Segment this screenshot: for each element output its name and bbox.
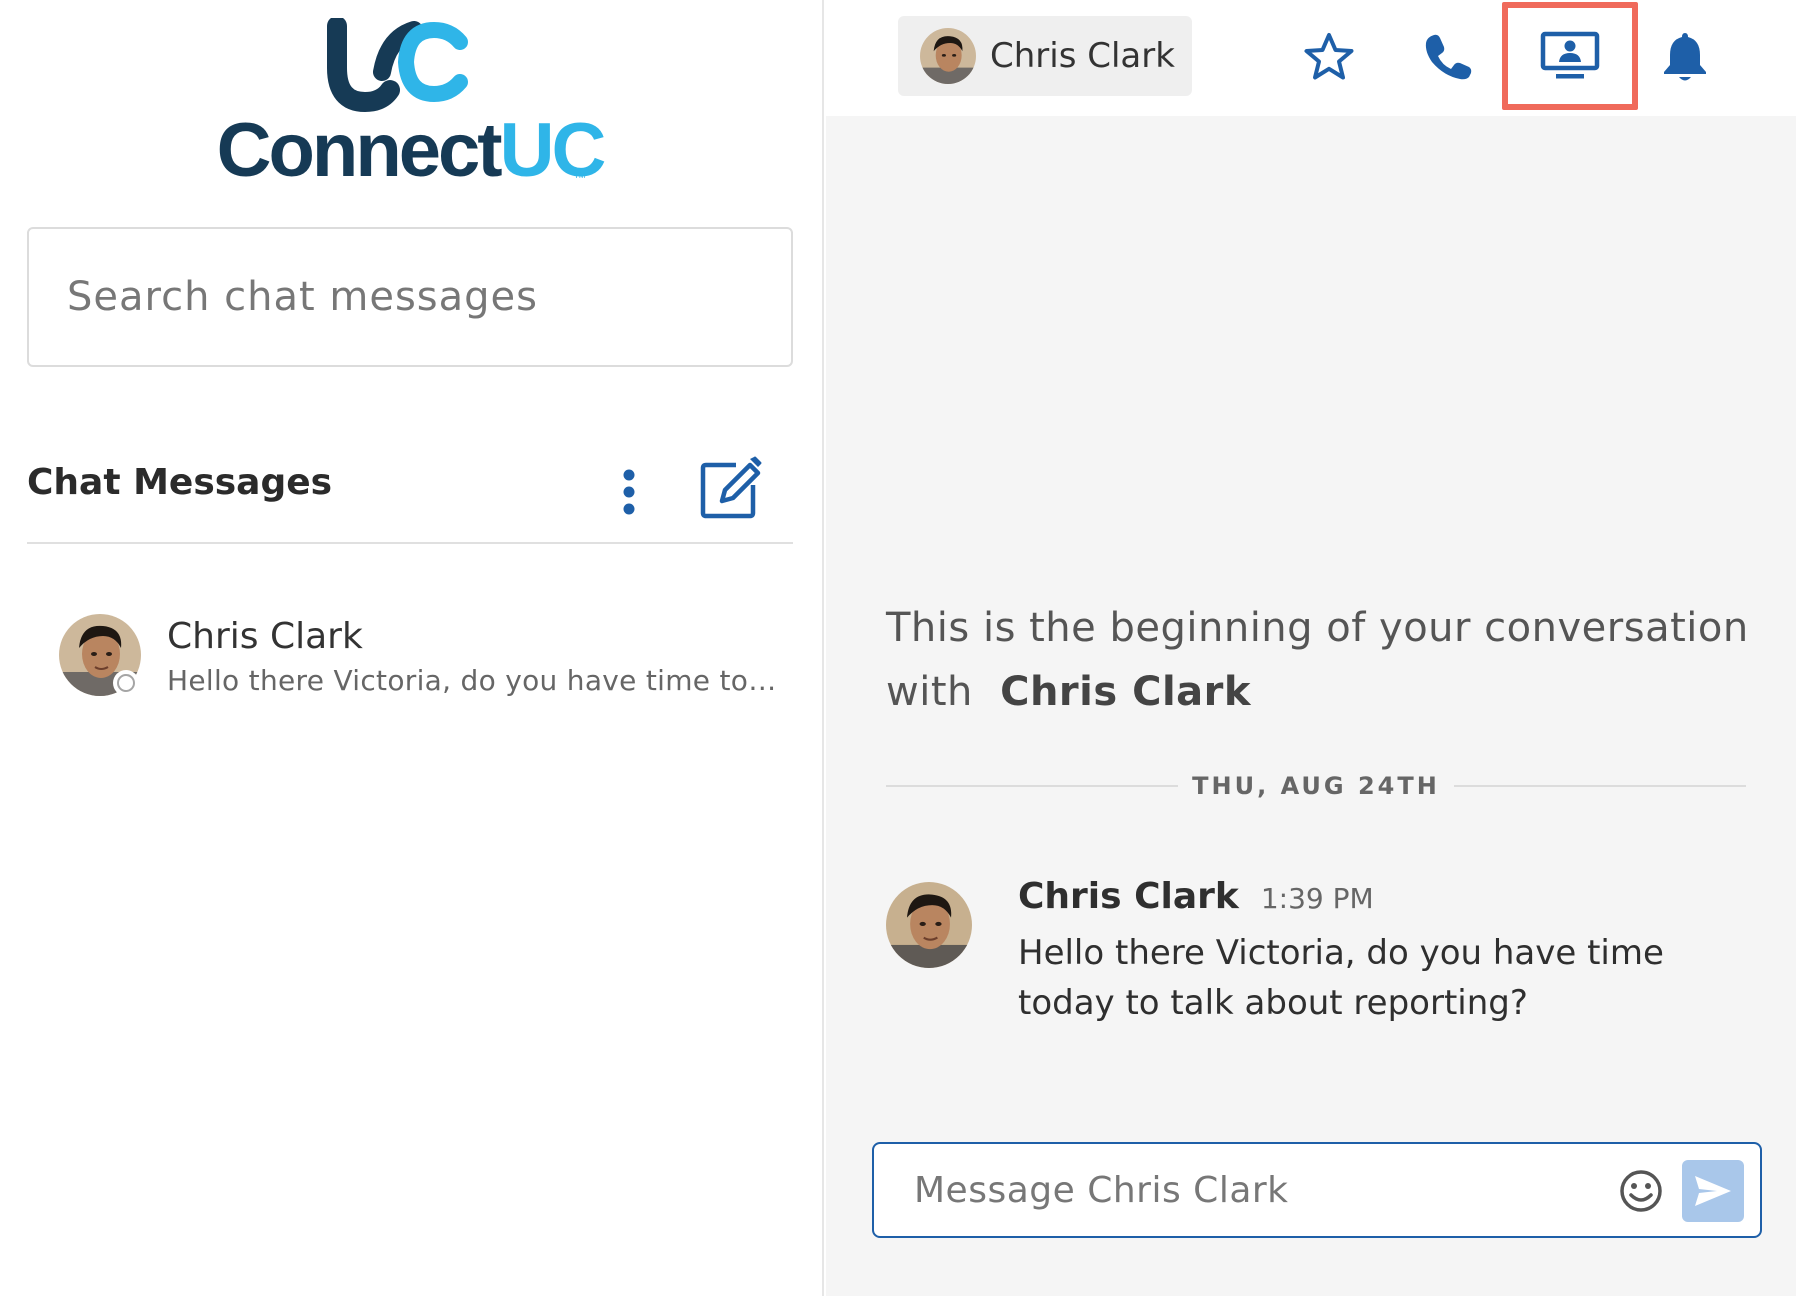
emoji-icon (1620, 1170, 1662, 1212)
section-title: Chat Messages (27, 462, 333, 503)
conversation-toolbar: Chris Clark (826, 0, 1796, 116)
send-button[interactable] (1682, 1160, 1744, 1222)
conversation-preview: Hello there Victoria, do you have time t… (167, 664, 792, 697)
star-icon (1304, 33, 1354, 80)
message-sender: Chris Clark (1018, 876, 1239, 917)
favorite-button[interactable] (1294, 22, 1364, 92)
app-window: ConnectUC TM Chat Messages (0, 0, 1796, 1296)
conversation-panel: Chris Clark This is the beginning of you… (826, 0, 1796, 1296)
call-button[interactable] (1414, 22, 1484, 92)
conversation-name: Chris Clark (167, 616, 363, 657)
message-composer[interactable] (872, 1142, 1762, 1238)
search-input[interactable] (67, 274, 791, 320)
message-time: 1:39 PM (1260, 882, 1374, 915)
sender-avatar (886, 882, 972, 968)
svg-text:ConnectUC: ConnectUC (217, 108, 605, 188)
bell-icon (1664, 33, 1706, 81)
screen-share-button[interactable] (1502, 2, 1638, 110)
message-input[interactable] (914, 1169, 1604, 1211)
sidebar: ConnectUC TM Chat Messages (0, 0, 824, 1296)
intro-contact-name: Chris Clark (1000, 669, 1251, 715)
more-options-button[interactable] (587, 452, 671, 532)
compose-button[interactable] (697, 450, 765, 524)
status-indicator (113, 670, 139, 696)
conversation-list-item[interactable]: Chris Clark Hello there Victoria, do you… (27, 600, 793, 710)
vertical-dots-icon (623, 469, 635, 515)
compose-icon (700, 456, 762, 519)
send-icon (1695, 1176, 1731, 1206)
connectuc-logo: ConnectUC TM (0, 18, 824, 193)
contact-chip[interactable]: Chris Clark (898, 16, 1192, 96)
phone-icon (1425, 34, 1472, 80)
chat-message: Chris Clark 1:39 PM Hello there Victoria… (886, 870, 1766, 1030)
emoji-button[interactable] (1618, 1168, 1664, 1214)
chat-messages-header: Chat Messages (27, 440, 793, 544)
avatar (920, 28, 976, 84)
screen-share-icon (1540, 31, 1600, 79)
svg-text:TM: TM (574, 171, 586, 180)
conversation-intro: This is the beginning of your conversati… (886, 596, 1756, 724)
message-text: Hello there Victoria, do you have time t… (1018, 933, 1664, 1023)
date-label: THU, AUG 24TH (1192, 772, 1440, 800)
search-box[interactable] (27, 227, 793, 367)
notifications-button[interactable] (1650, 22, 1720, 92)
date-separator: THU, AUG 24TH (886, 766, 1746, 806)
contact-name: Chris Clark (990, 36, 1175, 76)
